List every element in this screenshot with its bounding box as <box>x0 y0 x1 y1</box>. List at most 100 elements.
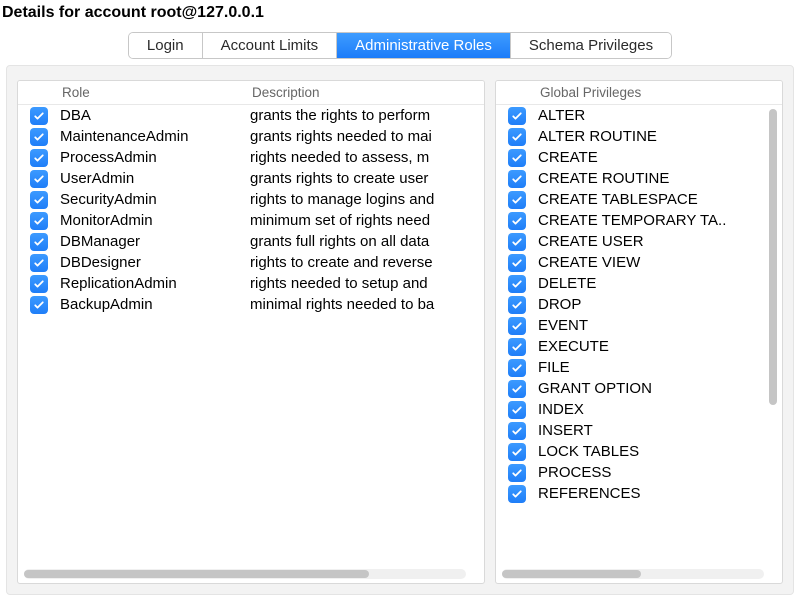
role-row[interactable]: DBAgrants the rights to perform <box>18 105 484 126</box>
privilege-name: EXECUTE <box>538 338 782 355</box>
checkbox-icon[interactable] <box>508 485 526 503</box>
role-description: rights needed to assess, m <box>250 149 484 166</box>
checkbox-icon[interactable] <box>508 401 526 419</box>
checkbox-icon[interactable] <box>508 380 526 398</box>
privilege-row[interactable]: PROCESS <box>496 462 782 483</box>
privilege-row[interactable]: EXECUTE <box>496 336 782 357</box>
checkbox-icon[interactable] <box>30 296 48 314</box>
privilege-checkbox-cell <box>496 275 538 293</box>
role-row[interactable]: ProcessAdminrights needed to assess, m <box>18 147 484 168</box>
privilege-row[interactable]: ALTER <box>496 105 782 126</box>
checkbox-icon[interactable] <box>30 233 48 251</box>
privilege-name: INDEX <box>538 401 782 418</box>
tab-administrative-roles[interactable]: Administrative Roles <box>337 33 511 58</box>
role-row[interactable]: DBDesignerrights to create and reverse <box>18 252 484 273</box>
privilege-row[interactable]: LOCK TABLES <box>496 441 782 462</box>
checkbox-icon[interactable] <box>30 170 48 188</box>
role-checkbox-cell <box>18 254 60 272</box>
checkbox-icon[interactable] <box>508 275 526 293</box>
role-name: SecurityAdmin <box>60 191 250 208</box>
privilege-row[interactable]: CREATE TABLESPACE <box>496 189 782 210</box>
privilege-checkbox-cell <box>496 443 538 461</box>
privilege-name: GRANT OPTION <box>538 380 782 397</box>
checkbox-icon[interactable] <box>508 149 526 167</box>
privileges-body: ALTERALTER ROUTINECREATE CREATE ROUTINE CR… <box>496 105 782 583</box>
role-row[interactable]: MonitorAdminminimum set of rights need <box>18 210 484 231</box>
tab-login[interactable]: Login <box>129 33 203 58</box>
privilege-checkbox-cell <box>496 191 538 209</box>
checkbox-icon[interactable] <box>508 359 526 377</box>
checkbox-icon[interactable] <box>508 338 526 356</box>
role-description: rights needed to setup and <box>250 275 484 292</box>
checkbox-icon[interactable] <box>508 128 526 146</box>
privilege-name: CREATE ROUTINE <box>538 170 782 187</box>
privileges-header-label[interactable]: Global Privileges <box>538 85 782 100</box>
role-row[interactable]: UserAdmingrants rights to create user <box>18 168 484 189</box>
privilege-checkbox-cell <box>496 317 538 335</box>
privilege-row[interactable]: CREATE ROUTINE <box>496 168 782 189</box>
privilege-row[interactable]: REFERENCES <box>496 483 782 504</box>
role-name: DBDesigner <box>60 254 250 271</box>
role-name: ProcessAdmin <box>60 149 250 166</box>
roles-header-description[interactable]: Description <box>250 85 484 100</box>
checkbox-icon[interactable] <box>30 128 48 146</box>
privilege-row[interactable]: INDEX <box>496 399 782 420</box>
privilege-row[interactable]: EVENT <box>496 315 782 336</box>
role-row[interactable]: DBManagergrants full rights on all data <box>18 231 484 252</box>
privilege-row[interactable]: CREATE <box>496 147 782 168</box>
role-row[interactable]: MaintenanceAdmingrants rights needed to … <box>18 126 484 147</box>
checkbox-icon[interactable] <box>30 107 48 125</box>
checkbox-icon[interactable] <box>30 275 48 293</box>
role-name: MonitorAdmin <box>60 212 250 229</box>
checkbox-icon[interactable] <box>30 191 48 209</box>
checkbox-icon[interactable] <box>508 296 526 314</box>
checkbox-icon[interactable] <box>30 149 48 167</box>
privilege-row[interactable]: FILE <box>496 357 782 378</box>
privileges-horizontal-scrollbar[interactable] <box>502 569 764 579</box>
tab-account-limits[interactable]: Account Limits <box>203 33 338 58</box>
privilege-name: LOCK TABLES <box>538 443 782 460</box>
role-name: DBManager <box>60 233 250 250</box>
privilege-checkbox-cell <box>496 464 538 482</box>
privilege-row[interactable]: INSERT <box>496 420 782 441</box>
privilege-row[interactable]: DELETE <box>496 273 782 294</box>
checkbox-icon[interactable] <box>508 422 526 440</box>
checkbox-icon[interactable] <box>508 317 526 335</box>
checkbox-icon[interactable] <box>508 212 526 230</box>
checkbox-icon[interactable] <box>508 443 526 461</box>
checkbox-icon[interactable] <box>30 254 48 272</box>
privilege-row[interactable]: CREATE TEMPORARY TA.. <box>496 210 782 231</box>
privilege-row[interactable]: GRANT OPTION <box>496 378 782 399</box>
privilege-row[interactable]: DROP <box>496 294 782 315</box>
role-description: grants rights needed to mai <box>250 128 484 145</box>
role-row[interactable]: ReplicationAdminrights needed to setup a… <box>18 273 484 294</box>
role-description: rights to manage logins and <box>250 191 484 208</box>
privilege-checkbox-cell <box>496 401 538 419</box>
role-description: rights to create and reverse <box>250 254 484 271</box>
privilege-checkbox-cell <box>496 296 538 314</box>
roles-horizontal-scrollbar[interactable] <box>24 569 466 579</box>
tab-schema-privileges[interactable]: Schema Privileges <box>511 33 671 58</box>
role-row[interactable]: SecurityAdminrights to manage logins and <box>18 189 484 210</box>
privilege-row[interactable]: CREATE USER <box>496 231 782 252</box>
privilege-name: REFERENCES <box>538 485 782 502</box>
checkbox-icon[interactable] <box>508 464 526 482</box>
role-checkbox-cell <box>18 149 60 167</box>
role-row[interactable]: BackupAdminminimal rights needed to ba <box>18 294 484 315</box>
privilege-row[interactable]: CREATE VIEW <box>496 252 782 273</box>
checkbox-icon[interactable] <box>30 212 48 230</box>
roles-header-role[interactable]: Role <box>60 85 250 100</box>
privilege-checkbox-cell <box>496 233 538 251</box>
checkbox-icon[interactable] <box>508 107 526 125</box>
checkbox-icon[interactable] <box>508 233 526 251</box>
privilege-row[interactable]: ALTER ROUTINE <box>496 126 782 147</box>
checkbox-icon[interactable] <box>508 191 526 209</box>
privileges-vertical-scrollbar[interactable] <box>768 109 778 565</box>
checkbox-icon[interactable] <box>508 170 526 188</box>
role-checkbox-cell <box>18 296 60 314</box>
role-description: minimum set of rights need <box>250 212 484 229</box>
privileges-header: Global Privileges <box>496 81 782 105</box>
checkbox-icon[interactable] <box>508 254 526 272</box>
tabs: LoginAccount LimitsAdministrative RolesS… <box>128 32 672 59</box>
privilege-name: CREATE USER <box>538 233 782 250</box>
